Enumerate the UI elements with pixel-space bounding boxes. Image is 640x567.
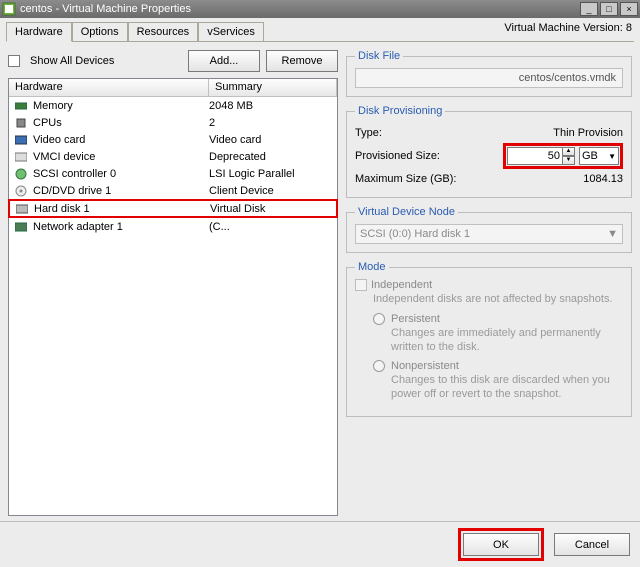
- ok-highlight: OK: [458, 528, 544, 561]
- provisioned-size-highlight: 50 ▲ ▼ GB ▼: [503, 143, 623, 169]
- cd-icon: [13, 185, 29, 197]
- nonpersistent-radio: [373, 360, 385, 372]
- independent-desc: Independent disks are not affected by sn…: [373, 293, 623, 307]
- list-item-video[interactable]: Video card Video card: [9, 131, 337, 148]
- size-spin-up[interactable]: ▲: [562, 147, 575, 156]
- chevron-down-icon: ▼: [608, 152, 616, 161]
- diskfile-legend: Disk File: [355, 50, 403, 62]
- col-hardware[interactable]: Hardware: [9, 79, 209, 96]
- list-header: Hardware Summary: [9, 79, 337, 97]
- independent-label: Independent: [371, 279, 432, 291]
- nic-icon: [13, 222, 29, 232]
- titlebar: centos - Virtual Machine Properties _ □ …: [0, 0, 640, 18]
- persistent-radio: [373, 313, 385, 325]
- window-title: centos - Virtual Machine Properties: [20, 3, 191, 15]
- maximize-button[interactable]: □: [600, 2, 618, 16]
- type-label: Type:: [355, 127, 475, 139]
- minimize-button[interactable]: _: [580, 2, 598, 16]
- type-value: Thin Provision: [475, 127, 623, 139]
- tab-hardware[interactable]: Hardware: [6, 22, 72, 42]
- cancel-button[interactable]: Cancel: [554, 533, 630, 556]
- show-all-label: Show All Devices: [30, 55, 114, 67]
- col-summary[interactable]: Summary: [209, 79, 337, 96]
- vm-version-label: Virtual Machine Version: 8: [504, 22, 632, 34]
- vmci-icon: [13, 152, 29, 162]
- list-item-cpus[interactable]: CPUs 2: [9, 114, 337, 131]
- add-button[interactable]: Add...: [188, 50, 260, 72]
- list-item-harddisk[interactable]: Hard disk 1 Virtual Disk: [8, 199, 338, 218]
- persistent-desc: Changes are immediately and permanently …: [391, 327, 623, 355]
- video-icon: [13, 135, 29, 145]
- diskfile-field: centos/centos.vmdk: [355, 68, 623, 88]
- tab-options[interactable]: Options: [72, 22, 128, 41]
- max-size-value: 1084.13: [475, 173, 623, 185]
- list-item-cd[interactable]: CD/DVD drive 1 Client Device: [9, 182, 337, 199]
- max-size-label: Maximum Size (GB):: [355, 173, 475, 185]
- provisioned-size-label: Provisioned Size:: [355, 150, 475, 162]
- provisioning-legend: Disk Provisioning: [355, 105, 445, 117]
- list-item-scsi[interactable]: SCSI controller 0 LSI Logic Parallel: [9, 165, 337, 182]
- cpu-icon: [13, 117, 29, 129]
- chevron-down-icon: ▼: [607, 228, 618, 240]
- size-spin-down[interactable]: ▼: [562, 156, 575, 165]
- persistent-label: Persistent: [391, 313, 440, 325]
- vdn-select: SCSI (0:0) Hard disk 1 ▼: [355, 224, 623, 244]
- list-item-vmci[interactable]: VMCI device Deprecated: [9, 148, 337, 165]
- tab-vservices[interactable]: vServices: [198, 22, 264, 41]
- hardware-list: Hardware Summary Memory 2048 MB CPUs 2 V…: [8, 78, 338, 516]
- close-button[interactable]: ×: [620, 2, 638, 16]
- dialog-footer: OK Cancel: [0, 521, 640, 567]
- mode-group: Mode Independent Independent disks are n…: [346, 261, 632, 417]
- app-icon: [2, 2, 16, 16]
- provisioning-group: Disk Provisioning Type: Thin Provision P…: [346, 105, 632, 198]
- disk-icon: [14, 204, 30, 214]
- provisioned-size-input[interactable]: 50: [507, 147, 563, 165]
- independent-checkbox: [355, 279, 367, 291]
- vdn-legend: Virtual Device Node: [355, 206, 458, 218]
- tab-resources[interactable]: Resources: [128, 22, 199, 41]
- list-item-memory[interactable]: Memory 2048 MB: [9, 97, 337, 114]
- mode-legend: Mode: [355, 261, 389, 273]
- size-unit-select[interactable]: GB ▼: [579, 147, 619, 165]
- show-all-checkbox[interactable]: [8, 55, 20, 67]
- vdn-group: Virtual Device Node SCSI (0:0) Hard disk…: [346, 206, 632, 253]
- nonpersistent-label: Nonpersistent: [391, 360, 459, 372]
- memory-icon: [13, 101, 29, 111]
- remove-button[interactable]: Remove: [266, 50, 338, 72]
- diskfile-group: Disk File centos/centos.vmdk: [346, 50, 632, 97]
- scsi-icon: [13, 168, 29, 180]
- list-item-nic[interactable]: Network adapter 1 (C...: [9, 218, 337, 235]
- nonpersistent-desc: Changes to this disk are discarded when …: [391, 374, 623, 402]
- ok-button[interactable]: OK: [463, 533, 539, 556]
